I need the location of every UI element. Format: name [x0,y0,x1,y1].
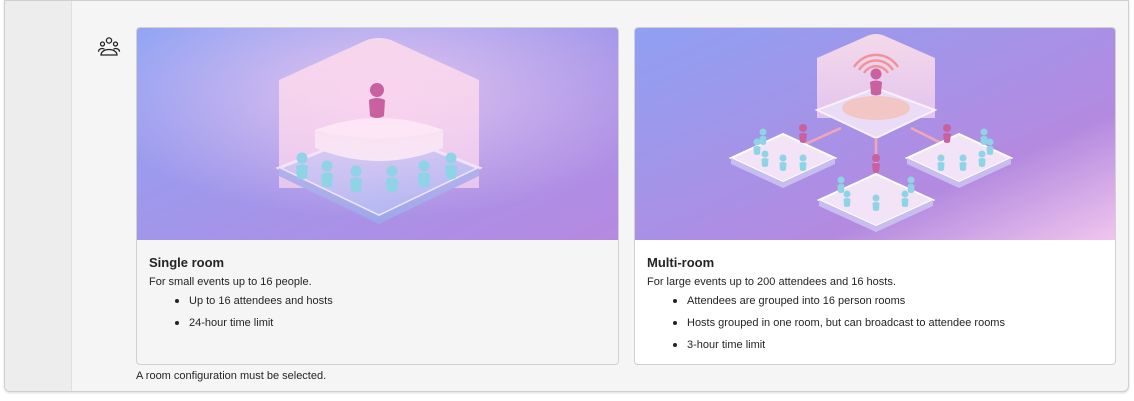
single-room-illustration [137,28,618,240]
single-room-title: Single room [149,255,225,270]
list-item: 3-hour time limit [687,338,1103,351]
list-item: 24-hour time limit [189,316,606,329]
single-room-card[interactable]: Single room For small events up to 16 pe… [136,27,619,365]
people-group-icon [97,35,121,59]
single-room-description: For small events up to 16 people. [149,276,312,288]
multi-room-title: Multi-room [647,255,715,270]
validation-message: A room configuration must be selected. [136,370,327,382]
multi-room-card[interactable]: Multi-room For large events up to 200 at… [634,27,1116,365]
list-item: Attendees are grouped into 16 person roo… [687,294,1103,307]
single-room-features: Up to 16 attendees and hosts 24-hour tim… [149,294,606,329]
left-rail [5,1,72,391]
multi-room-features: Attendees are grouped into 16 person roo… [647,294,1103,351]
list-item: Up to 16 attendees and hosts [189,294,606,307]
multi-room-description: For large events up to 200 attendees and… [647,276,896,288]
multi-room-illustration [635,28,1115,240]
list-item: Hosts grouped in one room, but can broad… [687,316,1103,329]
room-configuration-panel: Single room For small events up to 16 pe… [4,0,1129,392]
